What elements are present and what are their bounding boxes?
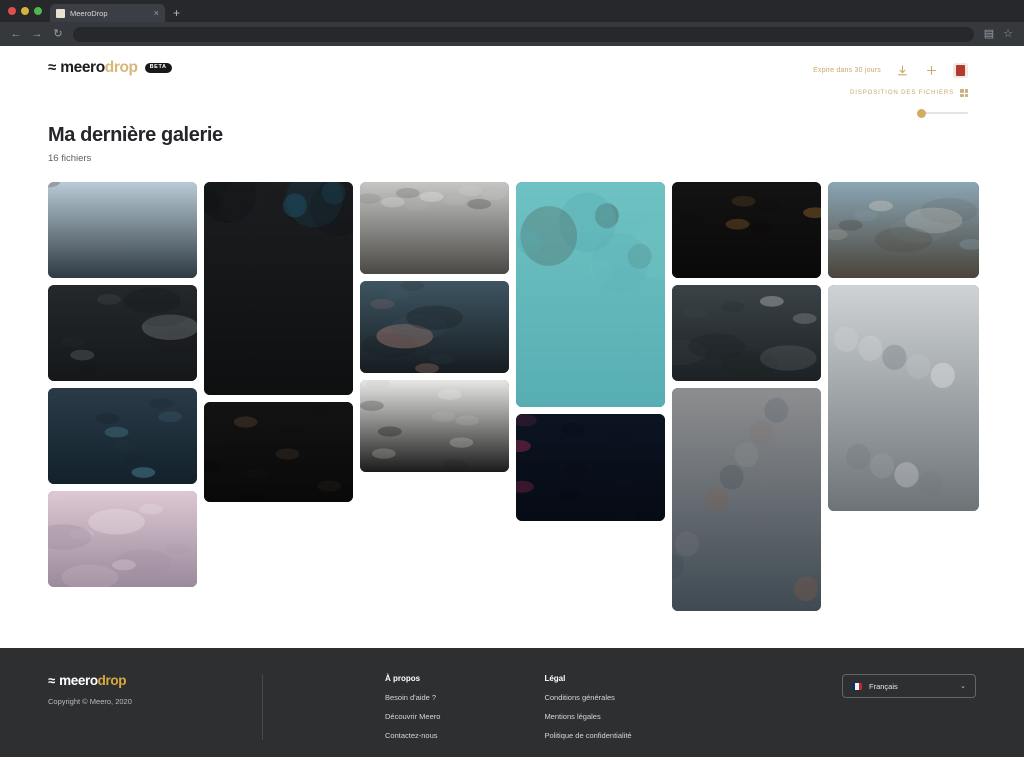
logo[interactable]: ≈ meerodrop BETA [48, 60, 172, 76]
photo-traditional-dancers[interactable] [204, 182, 353, 395]
new-tab-button[interactable]: + [173, 7, 180, 22]
photo-kimono-lake[interactable] [48, 182, 197, 278]
footer-link[interactable]: Mentions légales [544, 712, 631, 721]
bookmark-star-icon[interactable]: ☆ [1002, 28, 1014, 40]
page-title: Ma dernière galerie [48, 124, 223, 146]
photo-dark-alley-shop[interactable] [672, 182, 821, 278]
browser-tabstrip: MeeroDrop × + [0, 0, 1024, 22]
photo-bicycles-shopfront[interactable] [828, 182, 979, 278]
reload-icon[interactable]: ↻ [52, 28, 64, 40]
photo-hands-holding[interactable] [204, 402, 353, 502]
footer-column: À propos Besoin d'aide ? Découvrir Meero Co… [385, 674, 440, 757]
slider-track[interactable] [917, 108, 968, 118]
beta-badge: BETA [144, 62, 172, 73]
language-name: Français [869, 681, 898, 691]
back-icon[interactable]: ← [10, 28, 22, 40]
tab-title: MeeroDrop [70, 8, 108, 18]
footer-brand-block: ≈ meerodrop Copyright © Meero, 2020 [48, 674, 262, 757]
gallery-column [360, 182, 509, 472]
plus-icon[interactable] [924, 63, 939, 78]
footer-logo-meero: meero [59, 673, 98, 688]
gallery-column [672, 182, 821, 611]
copyright-text: Copyright © Meero, 2020 [48, 696, 132, 706]
site-footer: ≈ meerodrop Copyright © Meero, 2020 À pr… [0, 648, 1024, 757]
photo-mountain-dusk[interactable] [360, 281, 509, 373]
photo-crosswalk-aerial[interactable] [360, 380, 509, 472]
footer-link-columns: À propos Besoin d'aide ? Découvrir Meero Co… [385, 674, 632, 757]
slider-knob[interactable] [917, 108, 926, 118]
photo-workshop-interior[interactable] [48, 285, 197, 381]
footer-link[interactable]: Besoin d'aide ? [385, 693, 440, 702]
logo-drop: drop [104, 59, 138, 76]
footer-logo-drop: drop [97, 673, 127, 688]
browser-navbar: ← → ↻ ▤ ☆ [0, 22, 1024, 46]
footer-link[interactable]: Découvrir Meero [385, 712, 440, 721]
minimize-window-button[interactable] [21, 7, 29, 15]
footer-column: Légal Conditions générales Mentions légale… [544, 674, 631, 757]
photo-train-motion-blur[interactable] [48, 388, 197, 484]
meerodrop-mark-icon: ≈ [48, 673, 55, 689]
gallery-column [204, 182, 353, 502]
gallery-column [48, 182, 197, 587]
gallery-heading-block: Ma dernière galerie 16 fichiers [0, 114, 1024, 164]
browser-tab[interactable]: MeeroDrop × [50, 4, 165, 22]
gallery-column [828, 182, 979, 511]
photo-crowd-intersection[interactable] [828, 285, 979, 511]
favicon-icon [56, 8, 65, 18]
footer-logo[interactable]: ≈ meerodrop [48, 674, 262, 688]
footer-column-heading: Légal [544, 674, 566, 683]
chevron-down-icon: ⌄ [960, 683, 966, 690]
photo-white-limousine[interactable] [672, 285, 821, 381]
photo-boat-rower-water[interactable] [516, 182, 665, 407]
logo-meero: meero [60, 59, 105, 76]
footer-link[interactable]: Conditions générales [544, 693, 631, 702]
grid-layout-icon[interactable] [960, 89, 968, 97]
meerodrop-mark-icon: ≈ [48, 59, 56, 77]
footer-divider [262, 674, 263, 740]
address-bar[interactable] [73, 26, 974, 42]
disposition-label: DISPOSITION DES FICHIERS [850, 90, 954, 96]
file-count-label: 16 fichiers [48, 153, 92, 164]
photo-neon-night-crossing[interactable] [516, 414, 665, 521]
browser-window: MeeroDrop × + ← → ↻ ▤ ☆ ≈ meerodrop BETA [0, 0, 1024, 757]
extensions-icon[interactable]: ▤ [983, 28, 995, 40]
download-icon[interactable] [895, 63, 910, 78]
gallery-column [516, 182, 665, 521]
close-window-button[interactable] [8, 7, 16, 15]
window-controls [6, 0, 50, 22]
header-actions: Expire dans 30 jours [813, 63, 968, 78]
header-controls: Expire dans 30 jours DISPOSITION DES FIC… [813, 60, 968, 118]
thumbnail-size-slider[interactable] [917, 108, 968, 118]
language-selector[interactable]: Français ⌄ [842, 674, 976, 698]
logo-text: meerodrop [60, 59, 138, 76]
page-content: ≈ meerodrop BETA Expire dans 30 jours DI… [0, 46, 1024, 757]
french-flag-icon [852, 682, 862, 690]
site-header: ≈ meerodrop BETA Expire dans 30 jours DI… [0, 46, 1024, 118]
forward-icon[interactable]: → [31, 28, 43, 40]
expiry-text: Expire dans 30 jours [813, 67, 881, 74]
photo-steam-street[interactable] [360, 182, 509, 274]
footer-logo-text: meerodrop [59, 674, 126, 688]
omnibox-actions: ▤ ☆ [983, 28, 1014, 40]
footer-column-heading: À propos [385, 674, 421, 683]
footer-link[interactable]: Contactez-nous [385, 731, 440, 740]
file-disposition-control[interactable]: DISPOSITION DES FICHIERS [850, 89, 968, 97]
footer-link[interactable]: Politique de confidentialité [544, 731, 631, 740]
account-avatar-icon[interactable] [953, 63, 968, 78]
photo-portrait-stone-water[interactable] [672, 388, 821, 611]
close-tab-icon[interactable]: × [154, 8, 159, 18]
maximize-window-button[interactable] [34, 7, 42, 15]
photo-city-skyline-pink[interactable] [48, 491, 197, 587]
photo-gallery-grid [0, 164, 1024, 611]
